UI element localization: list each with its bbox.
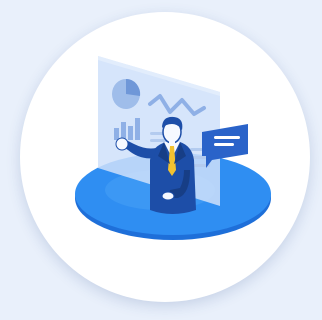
illustration-stage	[0, 0, 322, 320]
presenter-illustration	[75, 56, 271, 240]
pie-chart-icon	[112, 78, 141, 109]
